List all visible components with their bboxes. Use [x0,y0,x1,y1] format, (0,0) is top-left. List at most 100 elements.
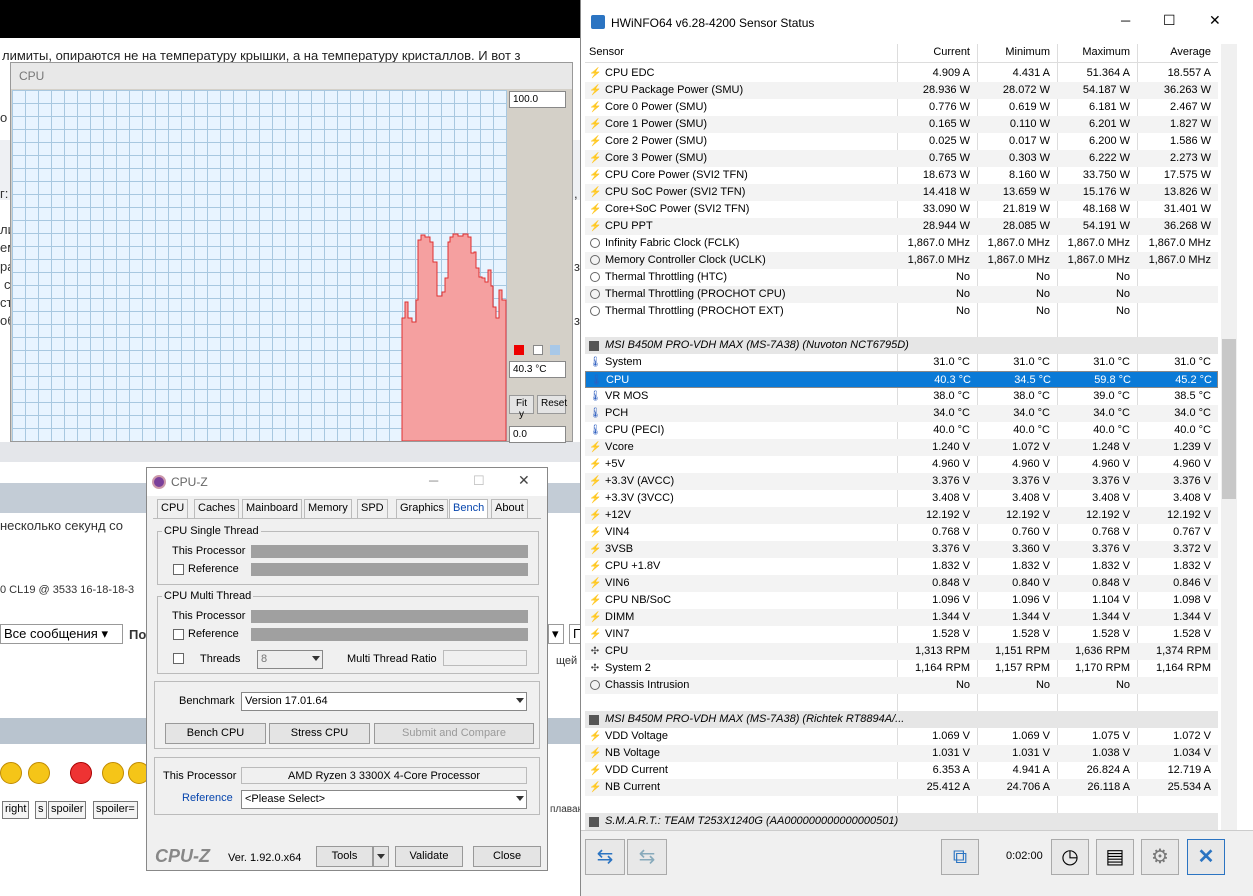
all-messages-select[interactable]: Все сообщения ▾ [0,624,123,644]
color-swatch-blue[interactable] [550,345,560,355]
sensor-row[interactable]: ⚡ 3VSB 3.376 V 3.360 V 3.376 V 3.372 V [585,541,1218,558]
sensor-row[interactable]: ⚡ +3.3V (3VCC) 3.408 V 3.408 V 3.408 V 3.408 … [585,490,1218,507]
sensor-row[interactable]: 🌡 CPU (PECI) 40.0 °C 40.0 °C 40.0 °C 40.0 °C [585,422,1218,439]
tab-caches[interactable]: Caches [194,499,240,518]
sensor-row[interactable]: ⚡ +5V 4.960 V 4.960 V 4.960 V 4.960 V [585,456,1218,473]
sensor-row[interactable]: ⚡ NB Current 25.412 A 24.706 A 26.118 A 25.53… [585,779,1218,796]
tag-button-right[interactable]: right [2,801,30,819]
sensor-row[interactable]: ⚡ Vcore 1.240 V 1.072 V 1.248 V 1.239 V [585,439,1218,456]
sensor-row[interactable]: ⚡ +12V 12.192 V 12.192 V 12.192 V 12.192 V [585,507,1218,524]
tab-memory[interactable]: Memory [304,499,352,518]
sensor-row[interactable]: Memory Controller Clock (UCLK) 1,867.0 MH… [585,252,1218,269]
minimize-icon[interactable]: ─ [1121,13,1130,28]
tab-cpu[interactable]: CPU [157,499,189,518]
sensor-row[interactable]: ⚡ VIN7 1.528 V 1.528 V 1.528 V 1.528 V [585,626,1218,643]
tag-button-spoiler[interactable]: spoiler [48,801,87,819]
scrollbar-track[interactable] [1221,44,1237,830]
sensor-group-header[interactable]: MSI B450M PRO-VDH MAX (MS-7A38) (Nuvoton… [585,337,1218,354]
tab-about[interactable]: About [491,499,528,518]
validate-button[interactable]: Validate [395,846,463,867]
scrollbar-thumb[interactable] [1222,339,1236,499]
sensor-row[interactable]: ⚡ CPU Package Power (SMU) 28.936 W 28.072 W… [585,82,1218,99]
tab-graphics[interactable]: Graphics [396,499,449,518]
sensor-row[interactable]: Thermal Throttling (PROCHOT EXT) No No No [585,303,1218,320]
close-icon[interactable]: ✕ [1209,12,1221,29]
tag-button-s[interactable]: s [35,801,47,819]
bench-cpu-button[interactable]: Bench CPU [165,723,266,744]
sensor-row[interactable]: ⚡ CPU Core Power (SVI2 TFN) 18.673 W 8.160 … [585,167,1218,184]
sensor-group-header[interactable]: S.M.A.R.T.: TEAM T253X1240G (AA000000000… [585,813,1218,830]
graph-max-field[interactable]: 100.0 [509,91,566,108]
gear-icon[interactable]: ⚙ [1141,839,1179,875]
sensor-row[interactable]: ⚡ CPU +1.8V 1.832 V 1.832 V 1.832 V 1.832 V [585,558,1218,575]
graph-min-field[interactable]: 0.0 [509,426,566,443]
tab-bench[interactable]: Bench [449,499,489,518]
submit-compare-button[interactable]: Submit and Compare [374,723,534,744]
threads-checkbox[interactable] [173,653,184,664]
color-swatch-red[interactable] [514,345,524,355]
reference-select[interactable]: <Please Select> [241,790,527,809]
tab-spd[interactable]: SPD [357,499,388,518]
column-header-minimum[interactable]: Minimum [977,46,1050,58]
column-header-maximum[interactable]: Maximum [1057,46,1130,58]
column-header-current[interactable]: Current [897,46,970,58]
sensor-row[interactable]: ⚡ DIMM 1.344 V 1.344 V 1.344 V 1.344 V [585,609,1218,626]
nav-arrows-right-icon[interactable]: ⇆ [627,839,667,875]
sensor-row[interactable]: 🌡 CPU 40.3 °C 34.5 °C 59.8 °C 45.2 °C [585,371,1218,388]
reference-checkbox[interactable] [173,629,184,640]
fit-y-button[interactable]: Fit y [509,395,534,420]
stress-cpu-button[interactable]: Stress CPU [269,723,370,744]
report-icon[interactable]: ▤ [1096,839,1134,875]
smiley-icon[interactable] [102,762,124,784]
benchmark-version-select[interactable]: Version 17.01.64 [241,692,527,711]
sensor-row[interactable]: 🌡 PCH 34.0 °C 34.0 °C 34.0 °C 34.0 °C [585,405,1218,422]
sensor-row[interactable]: ✣ CPU 1,313 RPM 1,151 RPM 1,636 RPM 1,374 RPM [585,643,1218,660]
close-button[interactable]: Close [473,846,541,867]
close-icon[interactable]: ✕ [518,472,530,489]
sensor-row[interactable]: ⚡ Core 2 Power (SMU) 0.025 W 0.017 W 6.200 W… [585,133,1218,150]
color-swatch-white[interactable] [533,345,543,355]
column-header-average[interactable]: Average [1138,46,1211,58]
reference-checkbox[interactable] [173,564,184,575]
sensor-row[interactable]: ⚡ Core 3 Power (SMU) 0.765 W 0.303 W 6.222 W… [585,150,1218,167]
angry-smiley-icon[interactable] [70,762,92,784]
tag-button-spoiler-eq[interactable]: spoiler= [93,801,138,819]
sensor-row[interactable]: ⚡ CPU NB/SoC 1.096 V 1.096 V 1.104 V 1.098 V [585,592,1218,609]
threads-select[interactable]: 8 [257,650,323,669]
sensor-row[interactable]: Infinity Fabric Clock (FCLK) 1,867.0 MHz 1… [585,235,1218,252]
sensor-row[interactable]: ⚡ VDD Current 6.353 A 4.941 A 26.824 A 12.719… [585,762,1218,779]
sensor-row[interactable]: 🌡 System 31.0 °C 31.0 °C 31.0 °C 31.0 °C [585,354,1218,371]
exit-icon[interactable]: ✕ [1187,839,1225,875]
sensor-row[interactable]: ⚡ VIN4 0.768 V 0.760 V 0.768 V 0.767 V [585,524,1218,541]
maximize-icon[interactable]: ☐ [1163,12,1176,29]
sensor-group-header[interactable]: MSI B450M PRO-VDH MAX (MS-7A38) (Richtek… [585,711,1218,728]
sensor-row[interactable]: ⚡ VDD Voltage 1.069 V 1.069 V 1.075 V 1.072 V [585,728,1218,745]
tab-mainboard[interactable]: Mainboard [242,499,302,518]
sensor-row[interactable]: ⚡ VIN6 0.848 V 0.840 V 0.848 V 0.846 V [585,575,1218,592]
sensor-row[interactable]: Chassis Intrusion No No No [585,677,1218,694]
forum-select-small[interactable]: ▾ [548,624,564,644]
sensor-row[interactable]: ⚡ CPU EDC 4.909 A 4.431 A 51.364 A 18.557 A [585,65,1218,82]
minimize-icon[interactable]: ─ [429,473,438,488]
sensor-row[interactable]: Thermal Throttling (HTC) No No No [585,269,1218,286]
reset-button[interactable]: Reset [537,395,567,414]
sensor-row[interactable]: ⚡ CPU PPT 28.944 W 28.085 W 54.191 W 36.268 W [585,218,1218,235]
sensor-row[interactable]: ⚡ Core 1 Power (SMU) 0.165 W 0.110 W 6.201 W… [585,116,1218,133]
network-icon[interactable]: ⧉ [941,839,979,875]
sensor-row[interactable]: ⚡ Core 0 Power (SMU) 0.776 W 0.619 W 6.181 W… [585,99,1218,116]
reference-link[interactable]: Reference [182,792,233,804]
sensor-row[interactable]: ⚡ NB Voltage 1.031 V 1.031 V 1.038 V 1.034 V [585,745,1218,762]
maximize-icon[interactable]: ☐ [473,473,485,489]
sensor-row[interactable]: 🌡 VR MOS 38.0 °C 38.0 °C 39.0 °C 38.5 °C [585,388,1218,405]
sensor-row[interactable]: ⚡ Core+SoC Power (SVI2 TFN) 33.090 W 21.819… [585,201,1218,218]
sensor-row[interactable]: Thermal Throttling (PROCHOT CPU) No No No [585,286,1218,303]
sensor-row[interactable]: ✣ System 2 1,164 RPM 1,157 RPM 1,170 RPM 1,16… [585,660,1218,677]
smiley-icon[interactable] [0,762,22,784]
nav-arrows-left-icon[interactable]: ⇆ [585,839,625,875]
tools-dropdown-button[interactable] [373,846,389,867]
clock-icon[interactable]: ◷ [1051,839,1089,875]
sensor-row[interactable]: ⚡ CPU SoC Power (SVI2 TFN) 14.418 W 13.659 … [585,184,1218,201]
column-header-sensor[interactable]: Sensor [589,46,624,58]
sensor-row[interactable]: ⚡ +3.3V (AVCC) 3.376 V 3.376 V 3.376 V 3.376 … [585,473,1218,490]
tools-button[interactable]: Tools [316,846,373,867]
